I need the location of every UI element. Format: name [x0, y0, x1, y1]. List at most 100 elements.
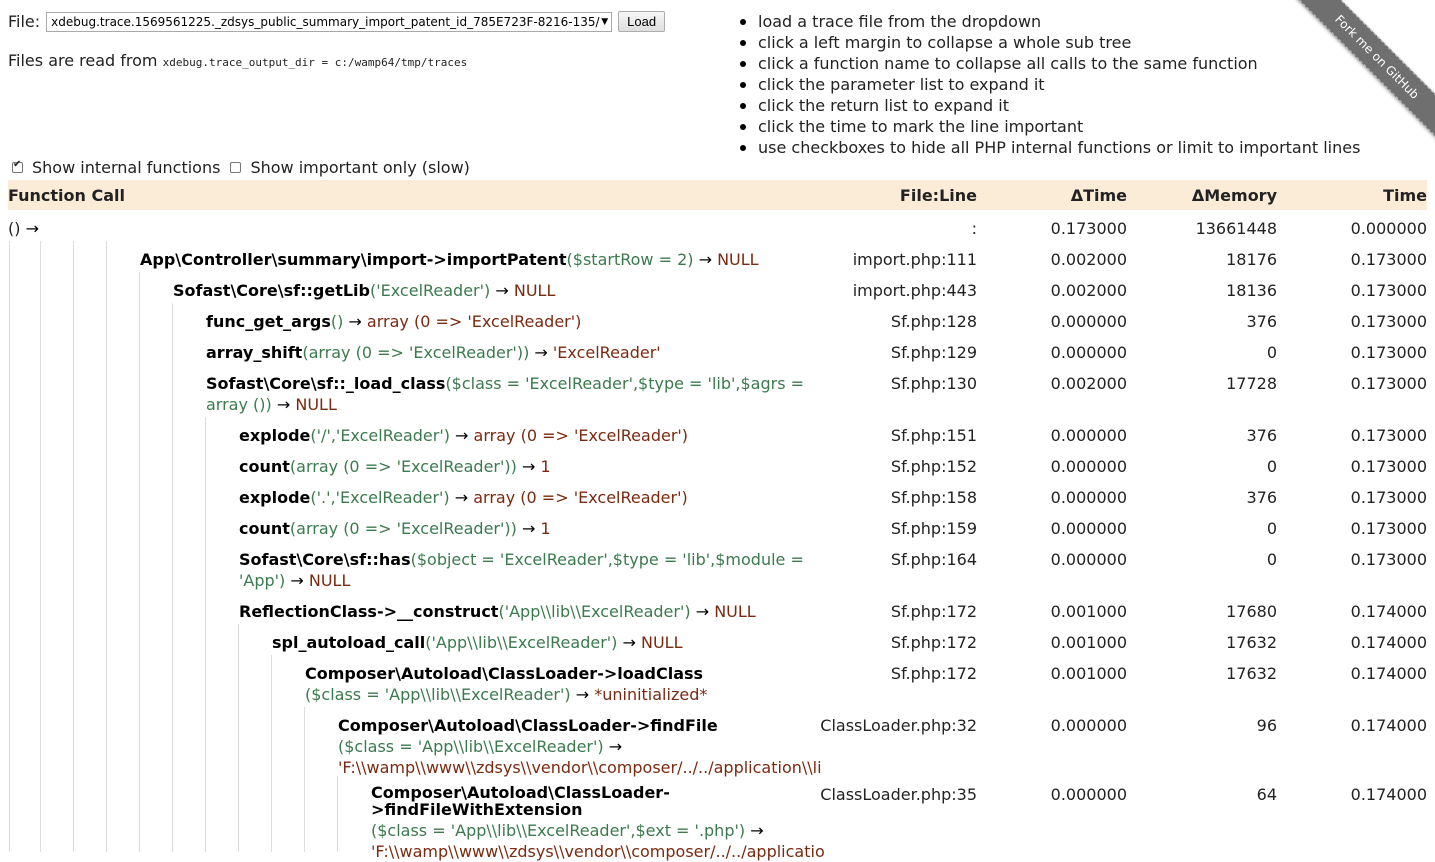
return-value[interactable]: NULL: [714, 602, 756, 621]
time-cell[interactable]: 0.173000: [1351, 425, 1427, 446]
return-value[interactable]: array (0 => 'ExcelReader'): [473, 488, 688, 507]
function-name[interactable]: count: [239, 457, 290, 476]
time-cell[interactable]: 0.174000: [1351, 663, 1427, 684]
function-call-cell: array_shift(array (0 => 'ExcelReader')) …: [206, 342, 820, 363]
time-cell[interactable]: 0.174000: [1351, 632, 1427, 653]
function-name[interactable]: spl_autoload_call: [272, 633, 425, 652]
parameter-list[interactable]: ('App\\lib\\ExcelReader'): [425, 633, 617, 652]
return-arrow-icon: →: [271, 395, 296, 414]
return-value[interactable]: array (0 => 'ExcelReader'): [367, 312, 582, 331]
trace-output-dir: xdebug.trace_output_dir = c:/wamp64/tmp/…: [162, 56, 468, 69]
time-cell[interactable]: 0.173000: [1351, 456, 1427, 477]
time-cell[interactable]: 0.174000: [1351, 601, 1427, 622]
function-name[interactable]: Sofast\Core\sf::getLib: [173, 281, 370, 300]
return-arrow-icon: →: [617, 633, 641, 652]
delta-time-cell: 0.001000: [1050, 664, 1127, 683]
function-name[interactable]: array_shift: [206, 343, 302, 362]
file-line-cell: Sf.php:159: [890, 519, 977, 538]
function-name[interactable]: App\Controller\summary\import->importPat…: [140, 250, 567, 269]
return-value[interactable]: 1: [540, 519, 550, 538]
parameter-list[interactable]: ('.','ExcelReader'): [310, 488, 449, 507]
time-cell[interactable]: 0.173000: [1351, 549, 1427, 570]
time-cell[interactable]: 0.174000: [1351, 715, 1427, 736]
function-name[interactable]: explode: [239, 426, 310, 445]
time-cell[interactable]: 0.173000: [1351, 249, 1427, 270]
parameter-list[interactable]: ($class = 'App\\lib\\ExcelReader'): [338, 737, 604, 756]
time-cell[interactable]: 0.173000: [1351, 518, 1427, 539]
return-value[interactable]: *uninitialized*: [594, 685, 707, 704]
function-name[interactable]: ReflectionClass->__construct: [239, 602, 498, 621]
show-important-label[interactable]: Show important only (slow): [250, 158, 469, 177]
time-cell[interactable]: 0.000000: [1351, 218, 1427, 239]
show-internal-checkbox[interactable]: [12, 159, 23, 173]
tree-margin-line[interactable]: [238, 624, 239, 852]
return-arrow-icon: →: [343, 312, 367, 331]
tree-margin-line[interactable]: [106, 241, 107, 852]
parameter-list[interactable]: (array (0 => 'ExcelReader')): [290, 519, 517, 538]
tree-margin-line[interactable]: [73, 241, 74, 852]
delta-memory-cell: 18176: [1226, 250, 1277, 269]
parameter-list[interactable]: ($class = 'App\\lib\\ExcelReader'): [305, 685, 571, 704]
parameter-list[interactable]: ('ExcelReader'): [370, 281, 490, 300]
show-important-checkbox[interactable]: [230, 162, 242, 173]
tree-margin-line[interactable]: [40, 241, 41, 852]
time-cell[interactable]: 0.173000: [1351, 342, 1427, 363]
function-call-cell: () →: [8, 218, 820, 239]
parameter-list[interactable]: ($class = 'App\\lib\\ExcelReader',$ext =…: [371, 821, 745, 840]
tree-margin-line[interactable]: [337, 776, 338, 852]
files-read-text: Files are read from: [8, 51, 158, 70]
return-value[interactable]: NULL: [514, 281, 556, 300]
file-line-cell: ClassLoader.php:32: [820, 716, 977, 735]
function-name[interactable]: count: [239, 519, 290, 538]
tree-margin-line[interactable]: [304, 707, 305, 852]
github-ribbon: Fork me on GitHub: [1285, 0, 1435, 150]
tree-margin-line[interactable]: [271, 655, 272, 852]
parameter-list[interactable]: (): [331, 312, 343, 331]
return-value[interactable]: NULL: [717, 250, 759, 269]
time-cell[interactable]: 0.173000: [1351, 280, 1427, 301]
function-name[interactable]: explode: [239, 488, 310, 507]
function-name[interactable]: Sofast\Core\sf::_load_class: [206, 374, 445, 393]
time-cell[interactable]: 0.174000: [1351, 784, 1427, 805]
file-bar: File: xdebug.trace.1569561225._zdsys_pub…: [8, 11, 666, 32]
parameter-list[interactable]: ('/','ExcelReader'): [310, 426, 450, 445]
function-name[interactable]: Composer\Autoload\ClassLoader->loadClass: [305, 664, 703, 683]
return-value[interactable]: NULL: [641, 633, 683, 652]
header-function-call: Function Call: [8, 186, 125, 205]
fork-me-link[interactable]: Fork me on GitHub: [1295, 0, 1435, 139]
function-name[interactable]: func_get_args: [206, 312, 331, 331]
parameter-list[interactable]: (array (0 => 'ExcelReader')): [302, 343, 529, 362]
parameter-list[interactable]: ($startRow = 2): [567, 250, 694, 269]
return-value[interactable]: 'F:\\wamp\\www\\zdsys\\vendor\\composer/…: [338, 758, 822, 777]
trace-table: Function Call File:Line ΔTime ΔMemory Ti…: [8, 180, 1427, 861]
return-arrow-icon: →: [693, 250, 718, 269]
load-button[interactable]: Load: [618, 11, 666, 32]
time-cell[interactable]: 0.173000: [1351, 311, 1427, 332]
file-line-cell: Sf.php:151: [890, 426, 977, 445]
delta-memory-cell: 17680: [1226, 602, 1277, 621]
return-value[interactable]: array (0 => 'ExcelReader'): [474, 426, 689, 445]
time-cell[interactable]: 0.173000: [1351, 373, 1427, 394]
header-time: Time: [1383, 186, 1427, 205]
delta-time-cell: 0.002000: [1050, 281, 1127, 300]
return-value[interactable]: NULL: [295, 395, 337, 414]
return-value[interactable]: 'ExcelReader': [553, 343, 661, 362]
tree-margin-line[interactable]: [172, 303, 173, 852]
time-cell[interactable]: 0.173000: [1351, 487, 1427, 508]
delta-time-cell: 0.000000: [1050, 550, 1127, 569]
function-name[interactable]: Composer\Autoload\ClassLoader->findFile: [338, 716, 718, 735]
return-value[interactable]: NULL: [309, 571, 351, 590]
parameter-list[interactable]: (): [8, 219, 20, 238]
file-line-cell: ClassLoader.php:35: [820, 785, 977, 804]
trace-file-select[interactable]: xdebug.trace.1569561225._zdsys_public_su…: [46, 11, 613, 32]
return-value[interactable]: 1: [540, 457, 550, 476]
parameter-list[interactable]: ('App\\lib\\ExcelReader'): [498, 602, 690, 621]
function-name[interactable]: Composer\Autoload\ClassLoader->findFileW…: [371, 784, 671, 818]
delta-memory-cell: 376: [1246, 426, 1277, 445]
tree-margin-line[interactable]: [9, 241, 10, 852]
tree-margin-line[interactable]: [139, 272, 140, 852]
function-name[interactable]: Sofast\Core\sf::has: [239, 550, 411, 569]
show-internal-label[interactable]: Show internal functions: [32, 158, 220, 177]
parameter-list[interactable]: (array (0 => 'ExcelReader')): [290, 457, 517, 476]
tree-margin-line[interactable]: [205, 417, 206, 852]
